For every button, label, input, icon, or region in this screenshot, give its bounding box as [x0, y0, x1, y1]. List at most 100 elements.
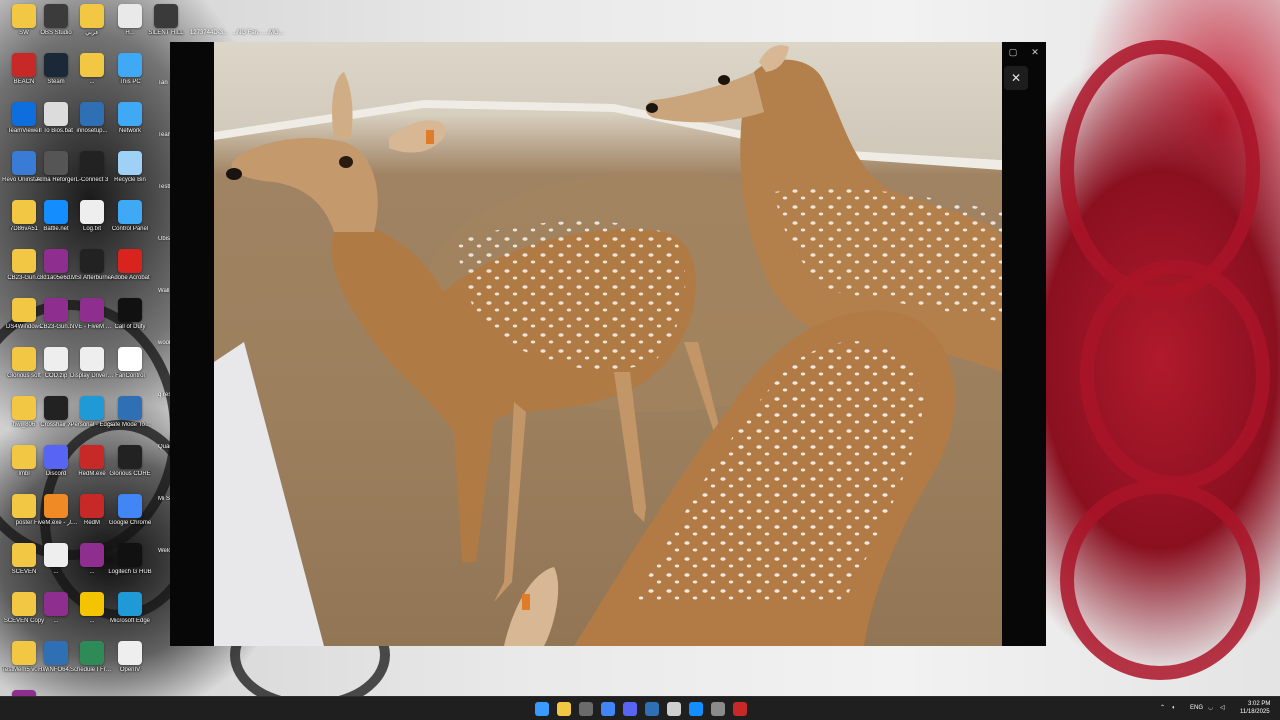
desktop-icon-image: [118, 445, 142, 469]
desktop-icon[interactable]: Control Panel: [110, 200, 150, 248]
taskbar-start-button-icon[interactable]: [535, 702, 549, 716]
wallpaper-red-swirl: [1060, 480, 1260, 680]
desktop-icon[interactable]: Steam: [36, 53, 76, 101]
tray-date[interactable]: 11/18/2025: [1240, 709, 1270, 716]
tray-volume-icon[interactable]: ◁: [1220, 705, 1225, 712]
desktop-icon-image: [12, 592, 36, 616]
desktop-icon-label[interactable]: 1273744D-3...: [190, 30, 228, 37]
desktop-icon-image: [80, 298, 104, 322]
desktop-icon[interactable]: OpenIV: [110, 641, 150, 689]
desktop-icon[interactable]: NVE - FiveM Package.zip: [70, 298, 114, 346]
desktop-icon[interactable]: FiveM.exe - اختصار: [34, 494, 78, 542]
desktop-icon-label: Google Chrome: [108, 520, 152, 526]
taskbar-battle-net-icon[interactable]: [689, 702, 703, 716]
desktop-icon[interactable]: FanControl: [110, 347, 150, 395]
desktop-icon-image: [44, 347, 68, 371]
desktop-icon[interactable]: عربي: [72, 4, 112, 52]
desktop-icon[interactable]: OBS Studio: [36, 4, 76, 52]
tray-time[interactable]: 3:02 PM: [1248, 701, 1270, 708]
desktop-icon-image: [44, 445, 68, 469]
tray-network-icon[interactable]: ◐: [1172, 705, 1176, 712]
desktop-icon[interactable]: L-Connect 3: [72, 151, 112, 199]
desktop-icon[interactable]: innosetup...: [72, 102, 112, 150]
desktop-icon[interactable]: Microsoft Edge: [110, 592, 150, 640]
desktop-icon[interactable]: Log.txt: [72, 200, 112, 248]
desktop-icon[interactable]: Battle.net: [36, 200, 76, 248]
desktop-icon[interactable]: RedM.exe: [72, 445, 112, 493]
desktop-icon-image: [118, 151, 142, 175]
desktop-icon[interactable]: HWiNFO64...: [36, 641, 76, 689]
desktop-icon[interactable]: Discord: [36, 445, 76, 493]
taskbar-app-gear-icon[interactable]: [711, 702, 725, 716]
desktop-icon-image: [12, 102, 36, 126]
desktop-icon-image: [44, 102, 68, 126]
desktop-icon[interactable]: Display Driver U...: [70, 347, 114, 395]
desktop-icon[interactable]: Schedule I Free Sample: [70, 641, 114, 689]
taskbar-app-dark-icon[interactable]: [667, 702, 681, 716]
desktop-icon-image: [12, 200, 36, 224]
desktop-icon[interactable]: Safe Mode Toggle: [108, 396, 152, 444]
desktop-icon[interactable]: Adobe Acrobat: [110, 249, 150, 297]
desktop-icon-label: FanControl: [115, 373, 145, 379]
wallpaper-red-swirl: [1080, 260, 1270, 490]
taskbar-file-explorer-icon[interactable]: [557, 702, 571, 716]
desktop-icon-image: [118, 102, 142, 126]
desktop-icon[interactable]: ...: [36, 592, 76, 640]
desktop-icon[interactable]: ...: [72, 53, 112, 101]
tray-chevron-icon[interactable]: ⌃: [1160, 705, 1165, 712]
desktop-icon-image: [80, 347, 104, 371]
taskbar-app-blue-icon[interactable]: [645, 702, 659, 716]
desktop-icon[interactable]: ...: [72, 543, 112, 591]
desktop-icon-image: [12, 4, 36, 28]
desktop-icon[interactable]: ...: [36, 543, 76, 591]
desktop-icon[interactable]: ll To Bios.bat: [36, 102, 76, 150]
desktop-icon-label: Recycle Bin: [114, 177, 146, 183]
desktop-icon-image: [118, 494, 142, 518]
photo-viewer-window: ▢ ✕ ✕: [170, 42, 1046, 646]
desktop-icon[interactable]: This PC: [110, 53, 150, 101]
desktop-icon[interactable]: H...: [110, 4, 150, 52]
desktop-icon[interactable]: Logitech G HUB: [108, 543, 152, 591]
desktop-icon[interactable]: Crosshair X: [36, 396, 76, 444]
desktop-icon[interactable]: Recycle Bin: [110, 151, 150, 199]
desktop-icon-label[interactable]: ...NG Fan...: [232, 30, 263, 37]
viewer-close-button[interactable]: ✕: [1004, 66, 1028, 90]
desktop-icon-image: [44, 641, 68, 665]
maximize-icon[interactable]: ▢: [1006, 46, 1020, 58]
desktop-icon[interactable]: Google Chrome: [108, 494, 152, 542]
desktop-icon[interactable]: COD.zip: [36, 347, 76, 395]
desktop-icon[interactable]: Personal - Edge: [70, 396, 114, 444]
taskbar-chrome-icon[interactable]: [601, 702, 615, 716]
desktop-icon-label: Microsoft Edge: [109, 618, 151, 624]
tray-wifi-icon[interactable]: ◡: [1208, 705, 1213, 712]
desktop-icon-image: [12, 249, 36, 273]
desktop-icon[interactable]: Arma Reforger: [36, 151, 76, 199]
desktop-icon[interactable]: Network: [110, 102, 150, 150]
desktop-icon[interactable]: MSI Afterburner: [71, 249, 113, 297]
taskbar-discord-icon[interactable]: [623, 702, 637, 716]
desktop-icon[interactable]: ...: [72, 592, 112, 640]
desktop-icon-image: [44, 200, 68, 224]
desktop-icon-image: [44, 494, 68, 518]
desktop-icon-image: [80, 641, 104, 665]
desktop-icon[interactable]: RedM: [72, 494, 112, 542]
tray-language[interactable]: ENG: [1190, 705, 1203, 712]
desktop-icon-label: Call of Duty: [114, 324, 146, 330]
deer-left: [226, 72, 724, 602]
desktop-icon-image: [44, 543, 68, 567]
taskbar-obs-studio-icon[interactable]: [579, 702, 593, 716]
desktop-icon-image: [44, 396, 68, 420]
desktop-icon[interactable]: Glorious CORE: [109, 445, 151, 493]
desktop-icon-image: [12, 151, 36, 175]
desktop-icon-image: [118, 592, 142, 616]
desktop-icon-image: [44, 151, 68, 175]
desktop-icon-image: [12, 641, 36, 665]
desktop-icon[interactable]: Call of Duty: [110, 298, 150, 346]
desktop-icon[interactable]: c8d1a05e6d...: [36, 249, 76, 297]
taskbar-redm-icon[interactable]: [733, 702, 747, 716]
desktop-icon-label[interactable]: ...MG...: [264, 30, 284, 37]
desktop-icon[interactable]: CB23-Gun...: [36, 298, 76, 346]
window-close-icon[interactable]: ✕: [1028, 46, 1042, 58]
desktop-icon-image: [44, 53, 68, 77]
desktop-icon-image: [80, 445, 104, 469]
